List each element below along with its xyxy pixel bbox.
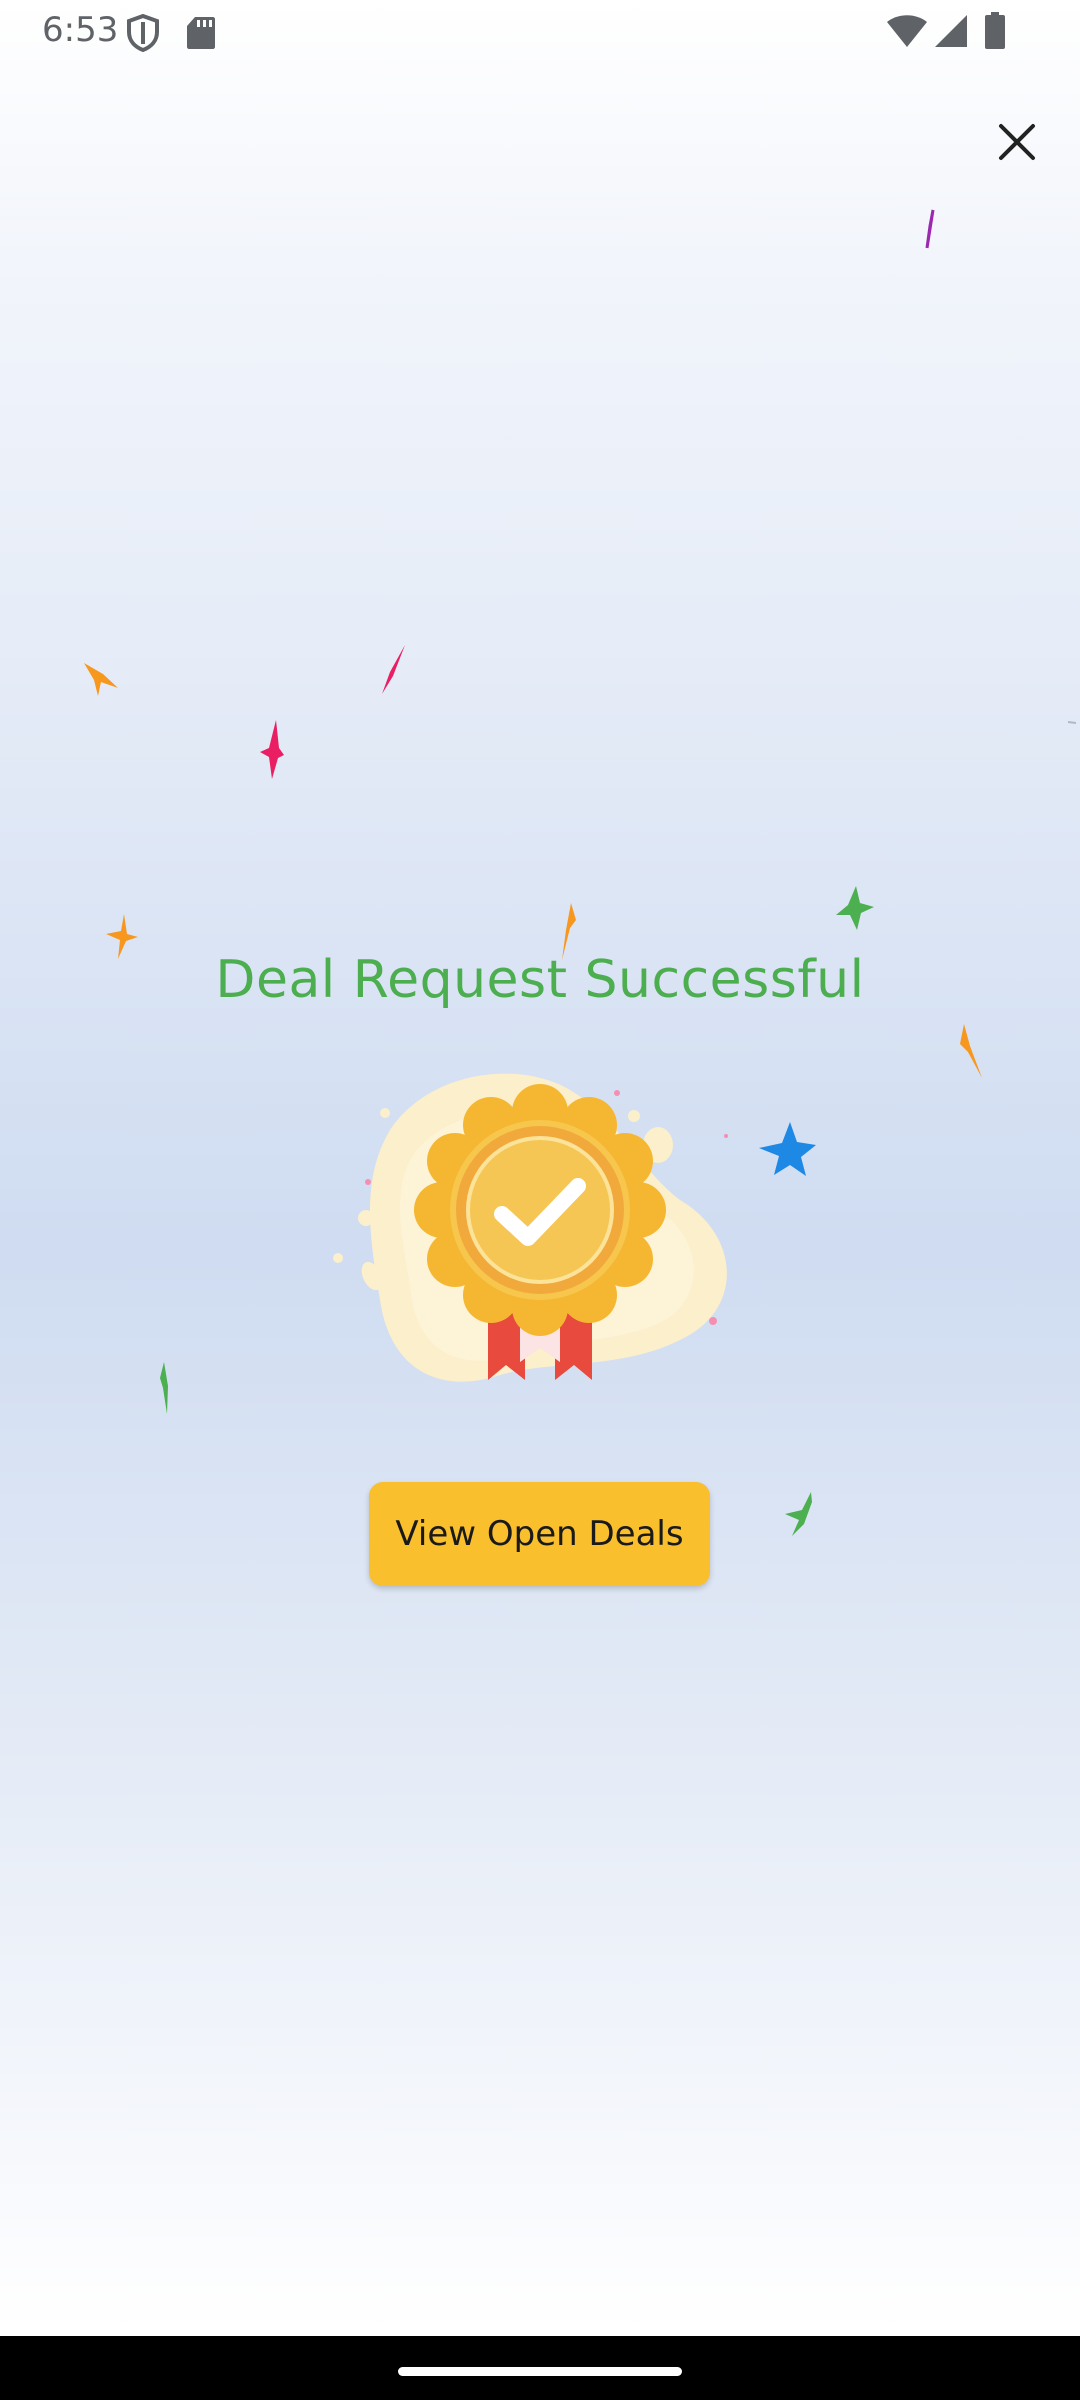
medal-dot — [628, 1110, 640, 1122]
confetti-piece — [759, 1122, 816, 1176]
view-open-deals-button[interactable]: View Open Deals — [369, 1482, 710, 1586]
confetti-piece — [260, 720, 284, 779]
status-time: 6:53 — [42, 10, 119, 50]
medal-dot — [333, 1253, 343, 1263]
confetti-piece — [836, 886, 874, 930]
shield-icon — [127, 14, 159, 52]
confetti-piece — [1067, 721, 1077, 724]
medal-dot — [380, 1108, 390, 1118]
status-bar: 6:53 — [0, 0, 1080, 64]
medal-dot — [724, 1134, 728, 1138]
sd-card-icon — [187, 17, 215, 49]
battery-icon — [985, 12, 1005, 49]
medal-dot — [413, 1340, 421, 1348]
medal-dot — [614, 1090, 620, 1096]
success-title: Deal Request Successful — [215, 950, 865, 1010]
medal-dot — [365, 1179, 371, 1185]
confetti-piece — [925, 209, 935, 249]
home-gesture-handle[interactable] — [398, 2367, 682, 2376]
confetti-piece — [84, 663, 118, 696]
confetti-piece — [160, 1362, 168, 1414]
signal-icon — [935, 15, 967, 47]
confetti-piece — [785, 1492, 812, 1536]
medal-dot — [709, 1317, 717, 1325]
close-icon — [999, 124, 1035, 160]
close-button[interactable] — [975, 100, 1059, 184]
confetti-piece — [960, 1024, 982, 1078]
medal-check-icon — [333, 1073, 728, 1382]
wifi-icon — [887, 15, 927, 47]
confetti-piece — [382, 645, 405, 694]
medal-dot — [358, 1210, 374, 1226]
